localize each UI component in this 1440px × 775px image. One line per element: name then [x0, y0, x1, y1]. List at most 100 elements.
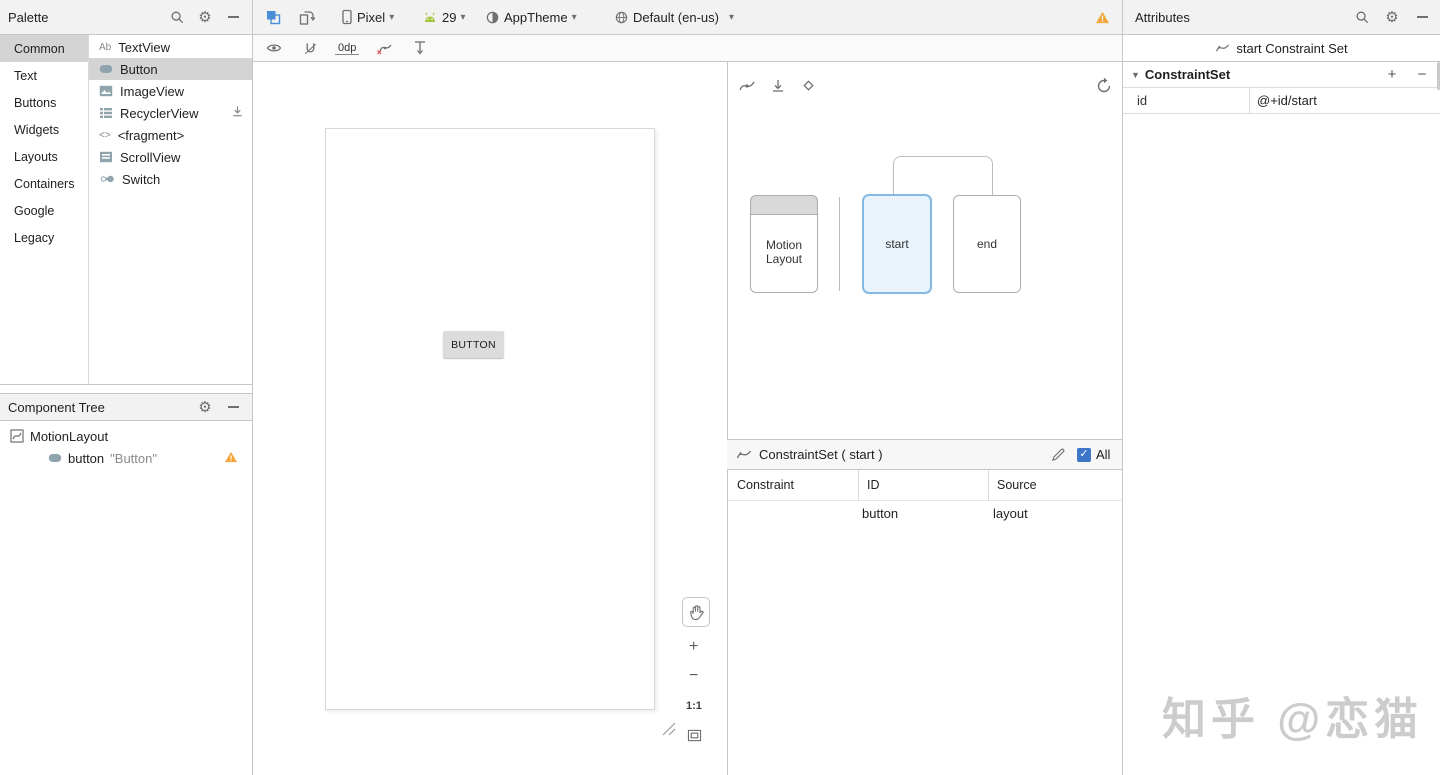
device-selector[interactable]: Pixel ▾ — [335, 5, 400, 29]
palette-minimize-button[interactable] — [222, 6, 244, 28]
palette-category-common[interactable]: Common — [0, 35, 88, 62]
download-icon — [231, 105, 244, 121]
create-transition-button[interactable] — [736, 75, 758, 97]
all-checkbox-label: All — [1096, 447, 1111, 462]
canvas-button-widget[interactable]: BUTTON — [443, 331, 504, 358]
palette-category-widgets[interactable]: Widgets — [0, 116, 88, 143]
add-constraintset-button[interactable] — [767, 75, 789, 97]
add-constraintset-icon — [773, 80, 783, 92]
component-tree-settings-button[interactable]: ⚙ — [194, 396, 216, 418]
fit-screen-icon — [687, 729, 702, 742]
remove-property-button[interactable]: − — [1411, 64, 1433, 86]
resize-handle[interactable] — [656, 716, 676, 739]
keyframe-icon — [803, 80, 814, 91]
tree-item-motionlayout[interactable]: MotionLayout — [10, 425, 108, 447]
component-tree-header: Component Tree ⚙ — [0, 393, 252, 421]
edit-button[interactable] — [1047, 444, 1069, 466]
motionlayout-icon — [10, 429, 24, 443]
infer-constraints-button[interactable] — [409, 37, 431, 59]
palette-item-imageview[interactable]: ImageView — [89, 80, 252, 102]
chevron-down-icon: ▾ — [460, 11, 466, 23]
layout-warnings-button[interactable] — [1091, 6, 1113, 28]
state-label: start — [885, 237, 909, 251]
theme-selector[interactable]: AppTheme ▾ — [479, 5, 583, 29]
clear-constraints-button[interactable] — [373, 37, 395, 59]
attributes-search-button[interactable] — [1351, 6, 1373, 28]
palette-category-containers[interactable]: Containers — [0, 170, 88, 197]
palette-category-layouts[interactable]: Layouts — [0, 143, 88, 170]
palette-title: Palette — [8, 9, 49, 25]
column-header-source[interactable]: Source — [997, 470, 1037, 500]
orientation-button[interactable] — [295, 6, 317, 28]
theme-icon — [486, 11, 499, 23]
palette-settings-button[interactable]: ⚙ — [194, 6, 216, 28]
palette-category-buttons[interactable]: Buttons — [0, 89, 88, 116]
eye-icon — [266, 44, 282, 52]
constraintset-panel-header: ConstraintSet ( start ) ✓ All — [727, 439, 1122, 470]
palette-item-label: <fragment> — [117, 127, 185, 143]
zoom-in-button[interactable]: + — [689, 639, 698, 655]
table-row-id-cell[interactable]: button — [862, 500, 898, 526]
magnet-icon — [304, 42, 316, 54]
category-label: Text — [14, 68, 37, 83]
fragment-icon: <> — [99, 129, 111, 141]
property-value-field[interactable]: @+id/start — [1250, 93, 1317, 108]
attributes-header: Attributes ⚙ — [1122, 0, 1440, 34]
column-header-id[interactable]: ID — [867, 470, 880, 500]
all-checkbox[interactable]: ✓ All — [1077, 447, 1110, 462]
state-end[interactable]: end — [953, 195, 1021, 293]
zoom-out-button[interactable]: − — [689, 668, 698, 684]
palette-item-recyclerview[interactable]: RecyclerView — [89, 102, 252, 124]
button-icon — [48, 454, 62, 462]
textview-icon: Ab — [99, 41, 112, 53]
pan-tool-button[interactable] — [682, 597, 710, 627]
cycle-motion-button[interactable] — [1093, 75, 1115, 97]
palette-category-google[interactable]: Google — [0, 197, 88, 224]
palette-item-textview[interactable]: Ab TextView — [89, 36, 252, 58]
zoom-actual-size-button[interactable]: 1:1 — [686, 700, 702, 712]
attributes-minimize-button[interactable] — [1411, 6, 1433, 28]
design-surface-button[interactable] — [262, 6, 284, 28]
palette-item-fragment[interactable]: <> <fragment> — [89, 124, 252, 146]
palette-item-button[interactable]: Button — [89, 58, 252, 80]
scrollview-icon — [100, 151, 112, 163]
attributes-settings-button[interactable]: ⚙ — [1381, 6, 1403, 28]
category-label: Containers — [14, 176, 75, 191]
palette-item-scrollview[interactable]: ScrollView — [89, 146, 252, 168]
state-label: end — [976, 237, 998, 251]
constraintset-section-row[interactable]: ▼ ConstraintSet + − — [1123, 62, 1440, 88]
column-header-constraint[interactable]: Constraint — [737, 470, 794, 500]
api-selector[interactable]: 29 ▾ — [416, 5, 472, 29]
infer-constraints-icon — [415, 41, 426, 55]
hand-icon — [689, 604, 704, 620]
constraintset-panel-title: ConstraintSet ( start ) — [759, 447, 883, 462]
palette-category-legacy[interactable]: Legacy — [0, 224, 88, 251]
view-options-button[interactable] — [263, 37, 285, 59]
zoom-to-fit-button[interactable] — [687, 729, 702, 745]
tree-item-button[interactable]: button "Button" — [48, 447, 244, 469]
canvas-toolbar: 0dp — [253, 35, 1122, 62]
palette-search-button[interactable] — [166, 6, 188, 28]
palette-item-label: RecyclerView — [120, 105, 199, 121]
add-property-button[interactable]: + — [1381, 64, 1403, 86]
palette-category-text[interactable]: Text — [0, 62, 88, 89]
default-margin-control[interactable]: 0dp — [335, 42, 360, 55]
attributes-subtitle-row: start Constraint Set — [1123, 35, 1440, 62]
locale-label: Default (en-us) — [633, 9, 719, 25]
state-motionlayout-header — [750, 195, 818, 215]
android-studio-design-editor: Palette ⚙ Pixel ▾ 29 ▾ AppTheme ▾ Defaul… — [0, 0, 1440, 775]
autoconnect-button[interactable] — [299, 37, 321, 59]
locale-selector[interactable]: Default (en-us) ▾ — [608, 5, 740, 29]
add-keyframe-button[interactable] — [798, 75, 820, 97]
palette-item-switch[interactable]: Switch — [89, 168, 252, 190]
state-start[interactable]: start — [862, 194, 932, 294]
table-row-source-cell[interactable]: layout — [993, 500, 1028, 526]
zoom-ratio-label: 1:1 — [686, 700, 702, 712]
component-tree-minimize-button[interactable] — [222, 396, 244, 418]
palette-header: Palette ⚙ — [0, 0, 253, 34]
palette-item-label: Switch — [122, 171, 161, 187]
palette-panel: Common Text Buttons Widgets Layouts Cont… — [0, 35, 253, 775]
category-label: Common — [14, 41, 65, 56]
transition-connector[interactable] — [893, 156, 993, 196]
device-artboard[interactable] — [325, 128, 655, 710]
